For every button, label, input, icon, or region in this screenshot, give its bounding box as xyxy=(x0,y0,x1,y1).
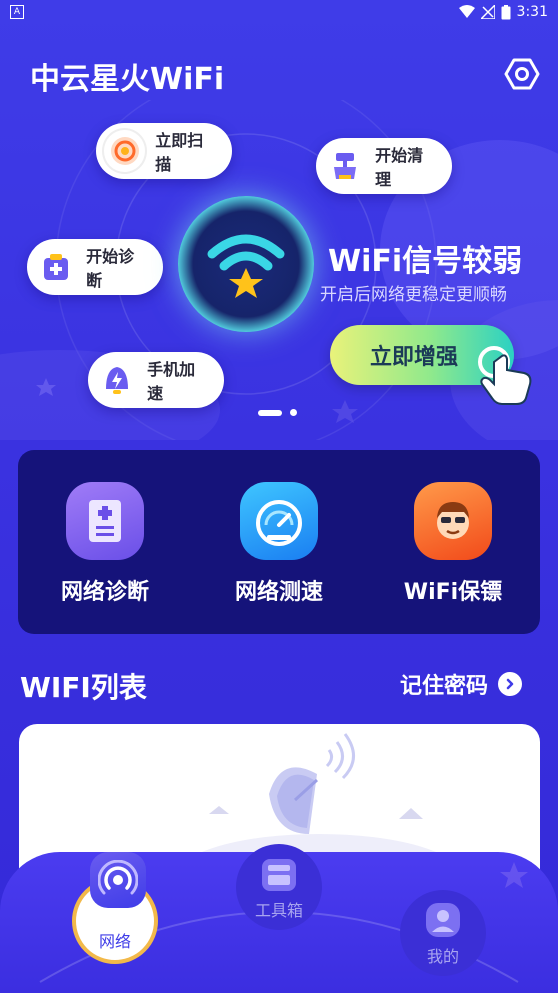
carousel-dot-active[interactable] xyxy=(258,409,282,416)
nav-mine-bubble: 我的 xyxy=(400,890,486,976)
signal-icon xyxy=(480,5,495,19)
start-clean-button[interactable]: 开始清理 xyxy=(316,138,452,194)
bodyguard-icon xyxy=(414,482,492,560)
phone-speedup-button[interactable]: 手机加速 xyxy=(88,352,224,408)
nav-toolbox-bubble: 工具箱 xyxy=(236,844,322,930)
scan-now-label: 立即扫描 xyxy=(155,131,204,174)
nav-mine[interactable]: 我的 xyxy=(400,890,486,976)
nav-network[interactable]: 网络 xyxy=(72,852,158,964)
scan-icon xyxy=(102,128,148,174)
network-diagnose-tool[interactable]: 网络诊断 xyxy=(30,482,180,606)
status-time: 3:31 xyxy=(516,4,548,20)
app-title: 中云星火WiFi xyxy=(30,62,225,97)
nav-network-label: 网络 xyxy=(98,932,131,951)
boost-now-label: 立即增强 xyxy=(370,345,459,370)
carousel-indicator xyxy=(258,409,297,416)
carousel-dot[interactable] xyxy=(290,409,297,416)
broom-icon xyxy=(322,143,367,189)
network-speedtest-tool[interactable]: 网络测速 xyxy=(204,482,354,606)
wifi-status-icon xyxy=(458,5,475,18)
network-diagnose-label: 网络诊断 xyxy=(60,580,149,605)
wifi-bodyguard-tool[interactable]: WiFi保镖 xyxy=(378,482,528,606)
speedometer-icon xyxy=(240,482,318,560)
nav-network-bubble: 网络 xyxy=(72,852,158,964)
start-diagnose-button[interactable]: 开始诊断 xyxy=(27,239,163,295)
tools-card: 网络诊断 网络测速 WiFi保镖 xyxy=(18,450,540,634)
clipboard-medical-icon xyxy=(66,482,144,560)
wifi-list-title: WIFI列表 xyxy=(20,671,147,704)
toolbox-icon xyxy=(262,859,296,891)
bottom-navigation: 网络 工具箱 我的 xyxy=(0,844,558,993)
app-notification-icon: A xyxy=(10,5,24,19)
rocket-bell-icon xyxy=(94,357,139,403)
nav-toolbox-label: 工具箱 xyxy=(254,901,303,920)
nav-toolbox[interactable]: 工具箱 xyxy=(236,844,322,930)
network-speedtest-label: 网络测速 xyxy=(234,580,323,605)
broadcast-icon xyxy=(90,852,146,908)
signal-status-title: WiFi信号较弱 xyxy=(328,244,523,279)
profile-icon xyxy=(426,903,460,937)
scan-now-button[interactable]: 立即扫描 xyxy=(96,123,232,179)
wifi-signal-orb[interactable] xyxy=(178,196,314,332)
start-diagnose-label: 开始诊断 xyxy=(86,247,135,290)
settings-icon xyxy=(504,58,540,90)
battery-icon xyxy=(501,4,511,19)
remember-password-button[interactable]: 记住密码 xyxy=(400,668,523,700)
chevron-right-icon xyxy=(498,672,523,696)
start-clean-label: 开始清理 xyxy=(375,146,424,189)
remember-password-label: 记住密码 xyxy=(400,674,489,699)
pointing-hand-icon xyxy=(478,346,532,405)
medical-kit-icon xyxy=(33,244,78,290)
settings-button[interactable] xyxy=(504,56,540,92)
wifi-star-icon xyxy=(207,234,285,298)
phone-speedup-label: 手机加速 xyxy=(147,360,196,403)
nav-mine-label: 我的 xyxy=(426,947,459,966)
wifi-bodyguard-label: WiFi保镖 xyxy=(403,580,503,605)
signal-status-subtitle: 开启后网络更稳定更顺畅 xyxy=(320,285,507,305)
status-bar: A 3:31 xyxy=(0,0,558,24)
